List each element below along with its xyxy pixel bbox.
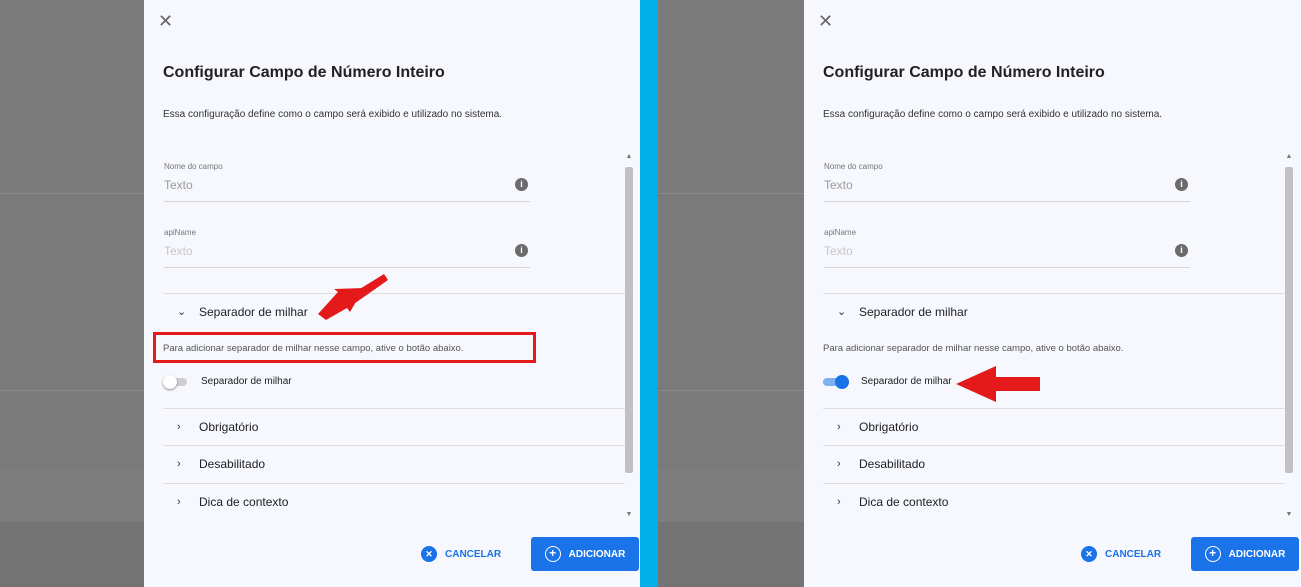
apiname-input[interactable] bbox=[824, 244, 1154, 258]
accordion-label: Separador de milhar bbox=[859, 305, 968, 319]
scrollbar[interactable]: ▲ ▼ bbox=[1283, 151, 1295, 521]
helper-text: Para adicionar separador de milhar nesse… bbox=[823, 343, 1124, 354]
chevron-right-icon: › bbox=[837, 458, 841, 470]
accordion-label: Separador de milhar bbox=[199, 305, 308, 319]
scrollbar[interactable]: ▲ ▼ bbox=[623, 151, 635, 521]
add-circle-icon: + bbox=[544, 546, 561, 562]
field-apiname-label: apiName bbox=[824, 228, 857, 237]
chevron-down-icon: ⌄ bbox=[177, 306, 187, 318]
field-name-label: Nome do campo bbox=[824, 162, 883, 171]
add-label: ADICIONAR bbox=[568, 548, 626, 560]
scroll-down-icon[interactable]: ▼ bbox=[1283, 509, 1295, 521]
info-icon[interactable]: i bbox=[1175, 244, 1188, 257]
chevron-right-icon: › bbox=[177, 421, 181, 433]
field-name: Nome do campo i bbox=[164, 162, 530, 202]
accordion-tooltip[interactable]: › Dica de contexto bbox=[163, 484, 623, 520]
cancel-label: CANCELAR bbox=[445, 548, 502, 560]
scroll-up-icon[interactable]: ▲ bbox=[1283, 151, 1295, 163]
chevron-right-icon: › bbox=[837, 421, 841, 433]
config-dialog-before: ✕ Configurar Campo de Número Inteiro Ess… bbox=[144, 0, 640, 587]
accordion-label: Obrigatório bbox=[199, 420, 259, 434]
accordion-label: Desabilitado bbox=[199, 457, 266, 471]
scroll-up-icon[interactable]: ▲ bbox=[623, 151, 635, 163]
chevron-down-icon: ⌄ bbox=[837, 306, 847, 318]
field-name-input[interactable] bbox=[164, 178, 494, 192]
cancel-circle-icon: ✕ bbox=[1081, 546, 1097, 562]
accordion-disabled[interactable]: › Desabilitado bbox=[823, 446, 1283, 482]
add-label: ADICIONAR bbox=[1228, 548, 1286, 560]
add-button[interactable]: + ADICIONAR bbox=[1191, 537, 1299, 571]
cancel-button[interactable]: ✕ CANCELAR bbox=[1081, 545, 1161, 563]
accordion-label: Dica de contexto bbox=[859, 495, 949, 509]
accordion-disabled[interactable]: › Desabilitado bbox=[163, 446, 623, 482]
config-dialog-after: ✕ Configurar Campo de Número Inteiro Ess… bbox=[804, 0, 1300, 587]
annotation-highlight-box bbox=[153, 332, 536, 363]
dialog-description: Essa configuração define como o campo se… bbox=[823, 109, 1163, 120]
accordion-thousand-separator[interactable]: ⌄ Separador de milhar bbox=[823, 294, 1283, 330]
image-divider bbox=[640, 0, 658, 587]
dialog-description: Essa configuração define como o campo se… bbox=[163, 109, 503, 120]
toggle-label: Separador de milhar bbox=[861, 376, 952, 387]
chevron-right-icon: › bbox=[177, 496, 181, 508]
field-name: Nome do campo i bbox=[824, 162, 1190, 202]
info-icon[interactable]: i bbox=[1175, 178, 1188, 191]
apiname-input[interactable] bbox=[164, 244, 494, 258]
scroll-down-icon[interactable]: ▼ bbox=[623, 509, 635, 521]
left-backdrop bbox=[0, 0, 144, 587]
dialog-title: Configurar Campo de Número Inteiro bbox=[163, 64, 445, 81]
thousand-separator-toggle[interactable] bbox=[823, 375, 849, 389]
cancel-button[interactable]: ✕ CANCELAR bbox=[421, 545, 501, 563]
dialog-title: Configurar Campo de Número Inteiro bbox=[823, 64, 1105, 81]
toggle-knob bbox=[163, 375, 177, 389]
toggle-knob bbox=[835, 375, 849, 389]
info-icon[interactable]: i bbox=[515, 178, 528, 191]
chevron-right-icon: › bbox=[177, 458, 181, 470]
add-circle-icon: + bbox=[1204, 546, 1221, 562]
annotation-arrow-icon bbox=[956, 366, 1040, 402]
accordion-label: Desabilitado bbox=[859, 457, 926, 471]
annotation-arrow-icon bbox=[318, 274, 388, 320]
field-name-label: Nome do campo bbox=[164, 162, 223, 171]
thousand-separator-toggle[interactable] bbox=[163, 375, 189, 389]
field-apiname: apiName i bbox=[164, 228, 530, 268]
toggle-label: Separador de milhar bbox=[201, 376, 292, 387]
accordion-required[interactable]: › Obrigatório bbox=[163, 409, 623, 445]
accordion-thousand-separator[interactable]: ⌄ Separador de milhar bbox=[163, 294, 623, 330]
cancel-circle-icon: ✕ bbox=[421, 546, 437, 562]
middle-backdrop bbox=[658, 0, 804, 587]
scroll-thumb[interactable] bbox=[1285, 167, 1293, 473]
cancel-label: CANCELAR bbox=[1105, 548, 1162, 560]
field-apiname: apiName i bbox=[824, 228, 1190, 268]
field-name-input[interactable] bbox=[824, 178, 1154, 192]
chevron-right-icon: › bbox=[837, 496, 841, 508]
field-apiname-label: apiName bbox=[164, 228, 197, 237]
scroll-thumb[interactable] bbox=[625, 167, 633, 473]
accordion-label: Obrigatório bbox=[859, 420, 919, 434]
info-icon[interactable]: i bbox=[515, 244, 528, 257]
accordion-required[interactable]: › Obrigatório bbox=[823, 409, 1283, 445]
close-icon[interactable]: ✕ bbox=[158, 12, 176, 30]
accordion-label: Dica de contexto bbox=[199, 495, 289, 509]
close-icon[interactable]: ✕ bbox=[818, 12, 836, 30]
accordion-tooltip[interactable]: › Dica de contexto bbox=[823, 484, 1283, 520]
add-button[interactable]: + ADICIONAR bbox=[531, 537, 639, 571]
